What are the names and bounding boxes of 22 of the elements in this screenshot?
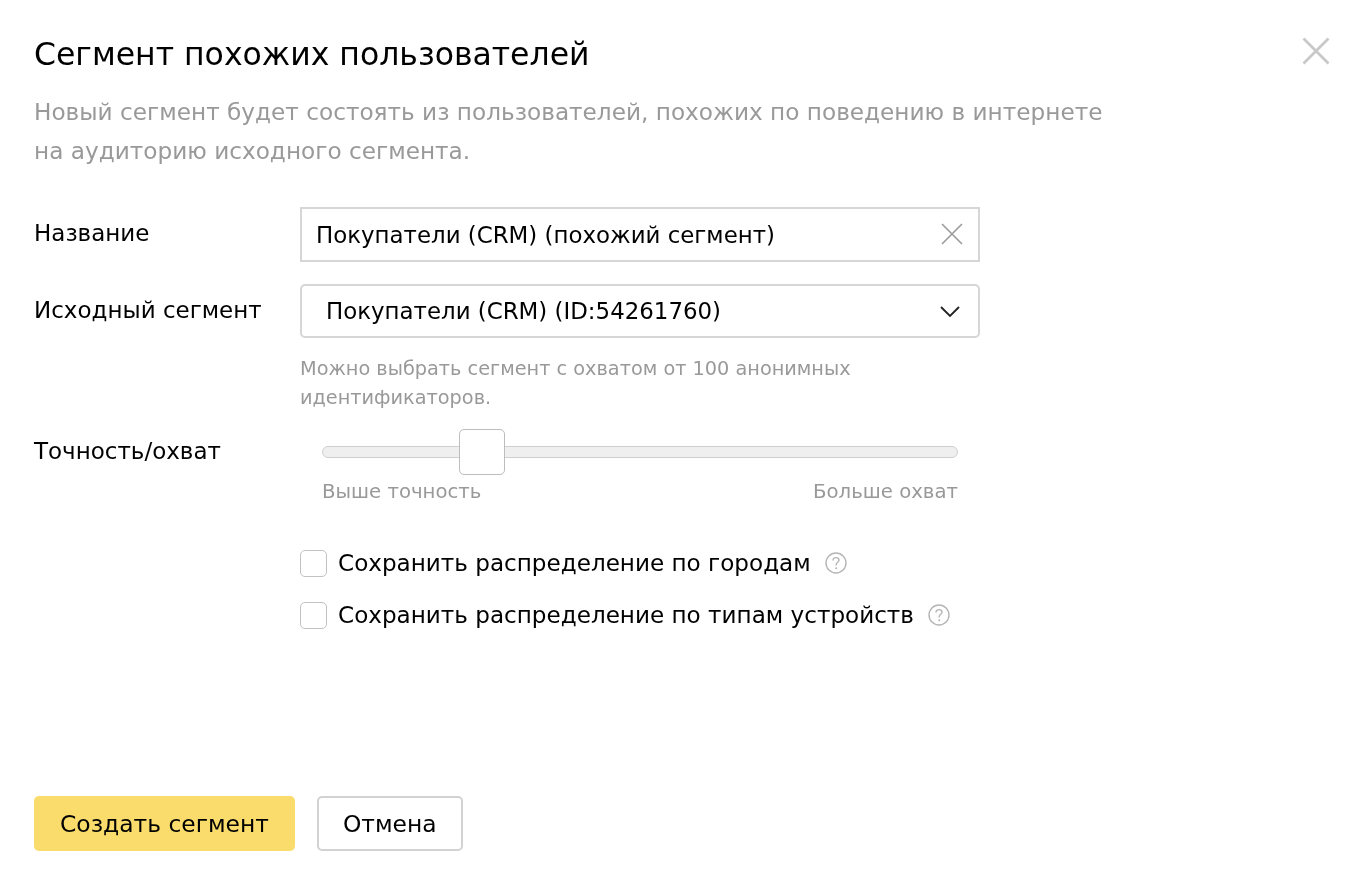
cancel-button[interactable]: Отмена	[316, 796, 463, 851]
clear-icon[interactable]	[941, 223, 963, 245]
create-button[interactable]: Создать сегмент	[34, 796, 295, 851]
field-label: Исходный сегмент	[34, 296, 263, 324]
chevron-down-icon	[940, 305, 960, 317]
checkbox[interactable]	[300, 549, 327, 577]
segment-select[interactable]: Покупатели (CRM) (ID:54261760)	[300, 284, 980, 338]
help-icon[interactable]	[824, 552, 847, 574]
slider-max-label: Больше охват	[813, 480, 958, 504]
dialog-title: Сегмент похожих пользователей	[34, 35, 590, 74]
close-icon[interactable]	[1302, 37, 1330, 65]
checkbox-label[interactable]: Сохранить распределение по типам устройств	[338, 601, 914, 629]
help-icon[interactable]	[927, 604, 950, 626]
field-hint: Можно выбрать сегмент с охватом от 100 анонимных идентификаторов.	[300, 356, 852, 411]
field-label: Точность/охват	[34, 437, 222, 465]
field-label: Название	[34, 219, 151, 247]
checkbox-label[interactable]: Сохранить распределение по городам	[338, 549, 811, 577]
name-input[interactable]: Покупатели (CRM) (похожий сегмент)	[300, 207, 980, 262]
slider-handle[interactable]	[458, 429, 505, 475]
slider-min-label: Выше точность	[322, 480, 482, 504]
dialog-description: Новый сегмент будет состоять из пользователей, похожих по поведению в интернете на аудиторию исходного сегмента.	[34, 97, 1104, 166]
checkbox[interactable]	[300, 601, 327, 629]
